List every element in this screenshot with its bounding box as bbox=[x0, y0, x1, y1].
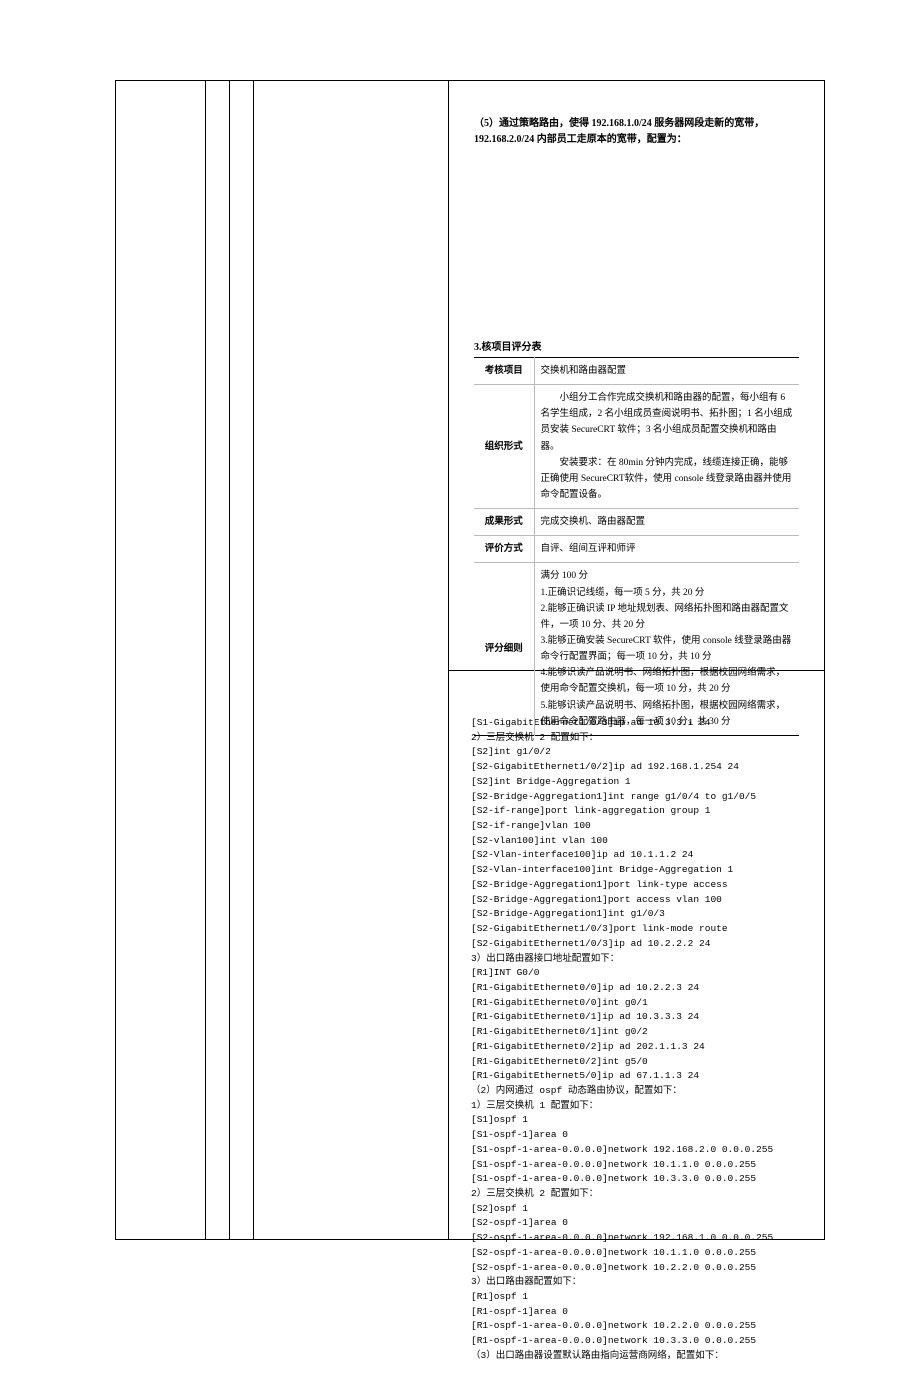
evaluation-table: 考核项目交换机和路由器配置组织形式 小组分工合作完成交换机和路由器的配置，每小组… bbox=[474, 357, 799, 736]
mid-column-2 bbox=[230, 81, 254, 1239]
table-row: 组织形式 小组分工合作完成交换机和路由器的配置，每小组有 6 名学生组成，2 名… bbox=[474, 385, 799, 509]
lower-section: [S1-GigabitEthernet1/0/3]ip ad 10.3.3.1 … bbox=[449, 671, 824, 1379]
blank-space bbox=[474, 148, 799, 338]
mid-column-1 bbox=[206, 81, 230, 1239]
table-row: 评价方式自评、组间互评和师评 bbox=[474, 536, 799, 563]
row-header: 考核项目 bbox=[474, 358, 534, 385]
row-content: 满分 100 分 1.正确识记线缆，每一项 5 分，共 20 分 2.能够正确识… bbox=[534, 563, 799, 735]
config-code: [S1-GigabitEthernet1/0/3]ip ad 10.3.3.1 … bbox=[471, 716, 804, 1364]
row-content: 小组分工合作完成交换机和路由器的配置，每小组有 6 名学生组成，2 名小组成员查… bbox=[534, 385, 799, 509]
row-header: 评分细则 bbox=[474, 563, 534, 735]
upper-section: （5）通过策略路由，使得 192.168.1.0/24 服务器网段走新的宽带，1… bbox=[449, 81, 824, 671]
row-content: 交换机和路由器配置 bbox=[534, 358, 799, 385]
right-column: （5）通过策略路由，使得 192.168.1.0/24 服务器网段走新的宽带，1… bbox=[449, 81, 824, 1239]
table-row: 成果形式完成交换机、路由器配置 bbox=[474, 509, 799, 536]
row-header: 组织形式 bbox=[474, 385, 534, 509]
left-column bbox=[116, 81, 206, 1239]
row-header: 评价方式 bbox=[474, 536, 534, 563]
table-row: 考核项目交换机和路由器配置 bbox=[474, 358, 799, 385]
row-content: 完成交换机、路由器配置 bbox=[534, 509, 799, 536]
table-title: 3.核项目评分表 bbox=[474, 338, 799, 353]
instruction-text: （5）通过策略路由，使得 192.168.1.0/24 服务器网段走新的宽带，1… bbox=[474, 116, 799, 148]
row-header: 成果形式 bbox=[474, 509, 534, 536]
mid-column-3 bbox=[254, 81, 449, 1239]
outer-frame: （5）通过策略路由，使得 192.168.1.0/24 服务器网段走新的宽带，1… bbox=[115, 80, 825, 1240]
table-row: 评分细则满分 100 分 1.正确识记线缆，每一项 5 分，共 20 分 2.能… bbox=[474, 563, 799, 735]
row-content: 自评、组间互评和师评 bbox=[534, 536, 799, 563]
